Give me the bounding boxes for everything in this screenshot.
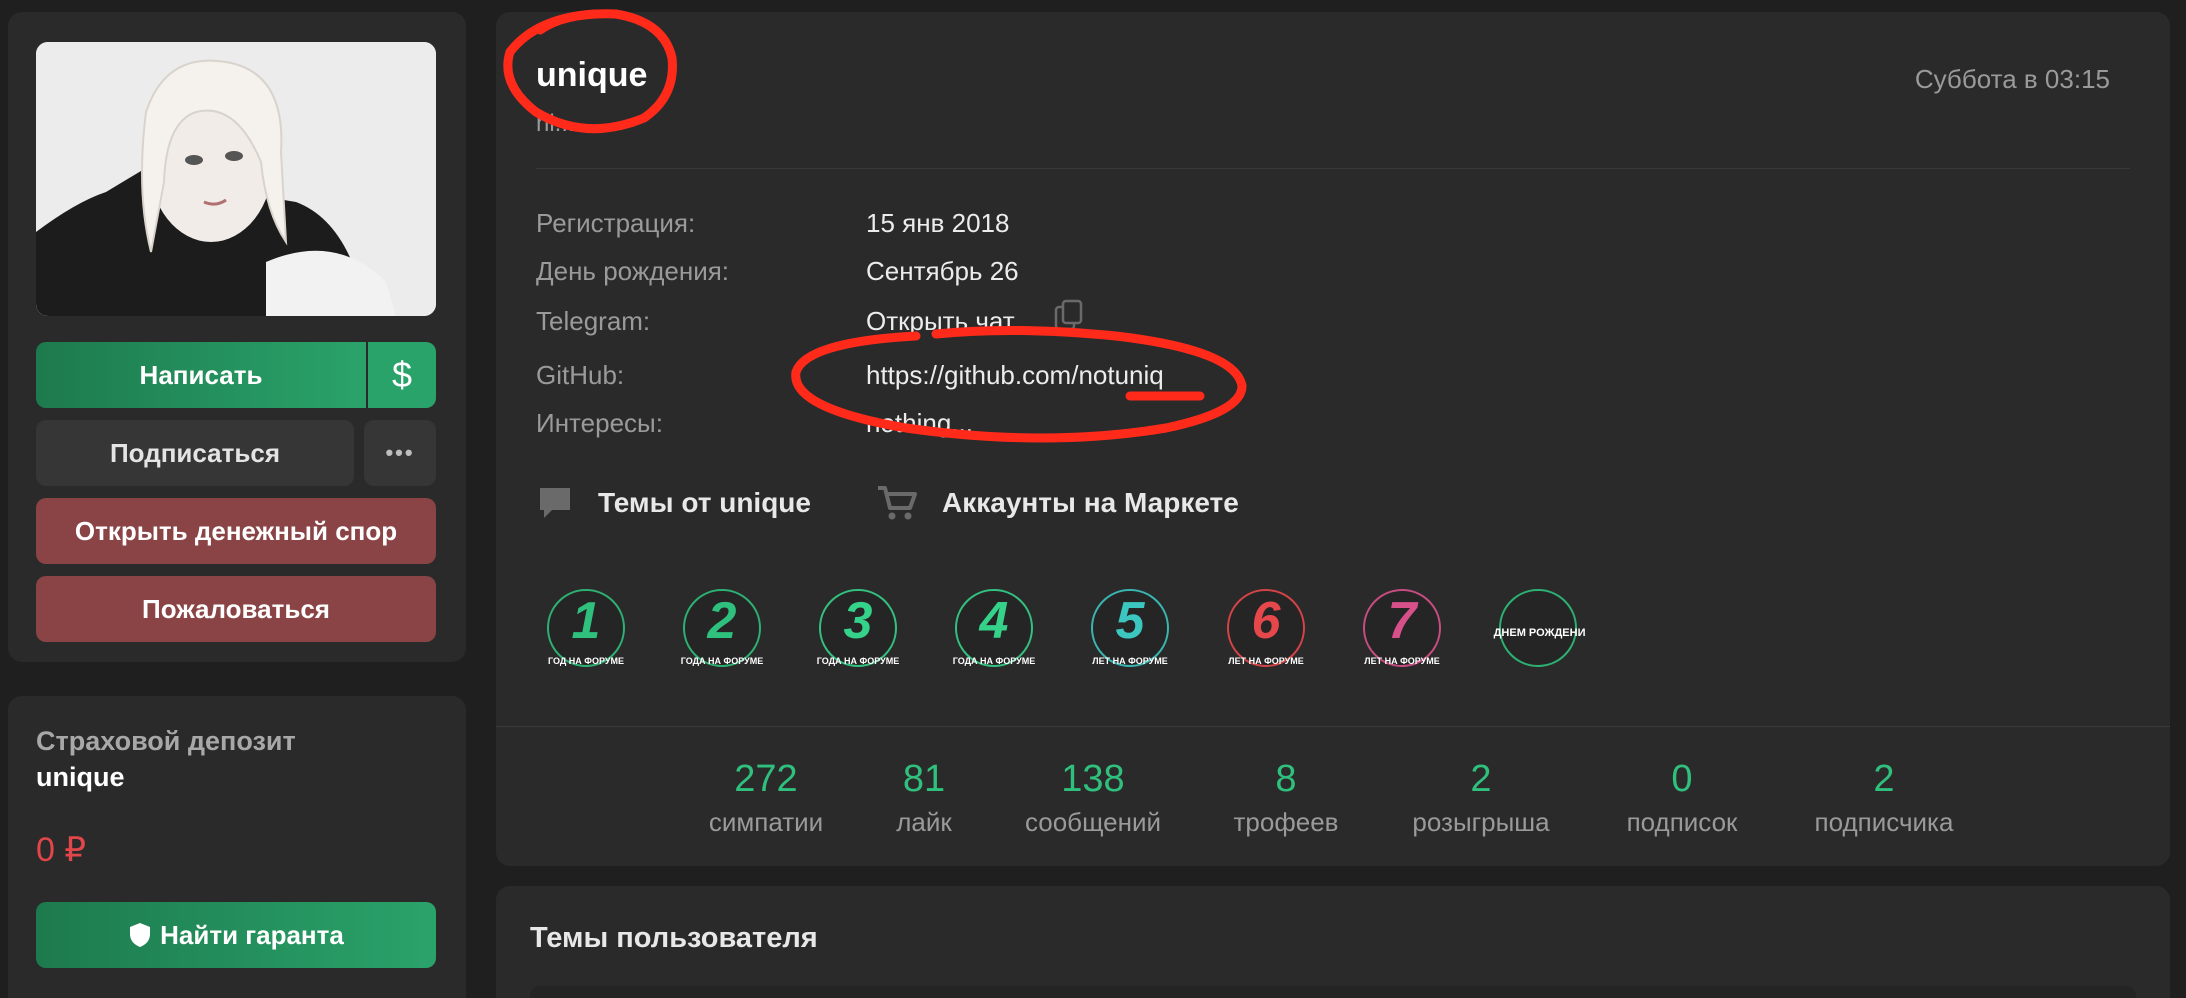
trophy-3-years-icon[interactable]: 3 ГОДА НА ФОРУМЕ xyxy=(810,582,906,678)
subscribe-button[interactable]: Подписаться xyxy=(36,420,354,486)
svg-text:1: 1 xyxy=(572,592,601,650)
telegram-label: Telegram: xyxy=(536,306,651,336)
chat-bubble-icon xyxy=(540,488,570,518)
user-topics-panel: Темы пользователя xyxy=(496,886,2170,998)
svg-text:ЛЕТ НА ФОРУМЕ: ЛЕТ НА ФОРУМЕ xyxy=(1364,656,1439,666)
telegram-open-chat-link[interactable]: Открыть чат xyxy=(866,306,1015,337)
find-guarantor-button[interactable]: Найти гаранта xyxy=(36,902,436,968)
stat-item[interactable]: 2 подписчика xyxy=(1815,758,1954,838)
profile-username: unique xyxy=(536,56,648,94)
more-options-button[interactable]: ••• xyxy=(364,420,436,486)
stat-item[interactable]: 0 подписок xyxy=(1627,758,1738,838)
svg-text:С ДНЕМ РОЖДЕНИЯ: С ДНЕМ РОЖДЕНИЯ xyxy=(1490,627,1586,639)
svg-text:7: 7 xyxy=(1388,592,1419,650)
market-accounts-link[interactable]: Аккаунты на Маркете xyxy=(876,484,1239,522)
stat-label: лайк xyxy=(896,807,952,837)
avatar-photo xyxy=(36,42,436,316)
stat-value: 2 xyxy=(1873,758,1895,800)
svg-text:ЛЕТ НА ФОРУМЕ: ЛЕТ НА ФОРУМЕ xyxy=(1092,656,1167,666)
stat-item[interactable]: 272 симпатии xyxy=(709,758,823,838)
interests-label: Интересы: xyxy=(536,408,663,438)
profile-sidebar: Написать $ Подписаться ••• Открыть денеж… xyxy=(8,12,466,662)
svg-text:6: 6 xyxy=(1252,592,1282,650)
svg-text:5: 5 xyxy=(1116,592,1146,650)
stat-label: трофеев xyxy=(1233,807,1339,837)
user-themes-label: Темы от unique xyxy=(598,487,811,518)
more-dots-icon: ••• xyxy=(385,440,415,465)
copy-icon[interactable] xyxy=(1052,298,1086,332)
deposit-panel: Страховой депозит unique 0 ₽ Найти гаран… xyxy=(8,696,466,998)
shopping-cart-icon xyxy=(878,486,917,520)
report-label: Пожаловаться xyxy=(142,593,330,624)
svg-text:ГОДА НА ФОРУМЕ: ГОДА НА ФОРУМЕ xyxy=(953,656,1035,666)
profile-status: hi... xyxy=(536,110,575,137)
stat-value: 138 xyxy=(1061,758,1125,800)
trophy-2-years-icon[interactable]: 2 ГОДА НА ФОРУМЕ xyxy=(674,582,770,678)
trophy-1-year-icon[interactable]: 1 ГОД НА ФОРУМЕ xyxy=(538,582,634,678)
stat-item[interactable]: 2 розыгрыша xyxy=(1412,758,1549,838)
svg-text:ГОД НА ФОРУМЕ: ГОД НА ФОРУМЕ xyxy=(548,656,624,666)
trophy-6-years-icon[interactable]: 6 ЛЕТ НА ФОРУМЕ xyxy=(1218,582,1314,678)
birthday-cake-icon[interactable]: С ДНЕМ РОЖДЕНИЯ xyxy=(1483,582,1593,678)
trophy-7-years-icon[interactable]: 7 ЛЕТ НА ФОРУМЕ xyxy=(1354,582,1450,678)
user-themes-link[interactable]: Темы от unique xyxy=(536,484,811,522)
send-money-button[interactable]: $ xyxy=(368,342,436,408)
stat-label: подписок xyxy=(1626,807,1738,837)
github-label: GitHub: xyxy=(536,360,625,390)
stat-label: розыгрыша xyxy=(1412,807,1550,837)
shield-icon xyxy=(130,923,151,947)
stat-label: сообщений xyxy=(1024,807,1162,837)
open-dispute-button[interactable]: Открыть денежный спор xyxy=(36,498,436,564)
avatar[interactable] xyxy=(36,42,436,316)
market-accounts-label: Аккаунты на Маркете xyxy=(942,487,1239,518)
svg-text:ЛЕТ НА ФОРУМЕ: ЛЕТ НА ФОРУМЕ xyxy=(1228,656,1303,666)
user-topics-title: Темы пользователя xyxy=(530,922,818,954)
deposit-username: unique xyxy=(36,762,125,792)
stat-value: 272 xyxy=(734,758,798,800)
birthday-label: День рождения: xyxy=(536,256,730,286)
registration-label: Регистрация: xyxy=(536,208,696,238)
registration-value: 15 янв 2018 xyxy=(866,208,1010,238)
find-guarantor-label: Найти гаранта xyxy=(160,919,344,950)
github-link[interactable]: https://github.com/notuniq xyxy=(866,360,1164,391)
stat-value: 2 xyxy=(1470,758,1492,800)
svg-text:2: 2 xyxy=(707,592,737,650)
report-button[interactable]: Пожаловаться xyxy=(36,576,436,642)
last-seen: Суббота в 03:15 xyxy=(1914,64,2110,94)
interests-value: nothing... xyxy=(866,408,973,438)
stat-value: 0 xyxy=(1671,758,1693,800)
write-message-button[interactable]: Написать xyxy=(36,342,366,408)
open-dispute-label: Открыть денежный спор xyxy=(74,515,398,546)
subscribe-label: Подписаться xyxy=(109,437,280,468)
write-message-label: Написать xyxy=(139,359,263,390)
birthday-value: Сентябрь 26 xyxy=(866,256,1019,286)
stat-value: 8 xyxy=(1275,758,1297,800)
stat-item[interactable]: 8 трофеев xyxy=(1234,758,1339,838)
dollar-icon: $ xyxy=(391,354,413,395)
divider xyxy=(536,168,2130,169)
profile-main: unique hi... Суббота в 03:15 Регистрация… xyxy=(496,12,2170,866)
divider xyxy=(496,726,2170,727)
deposit-title: Страховой депозит xyxy=(36,726,296,756)
stat-label: симпатии xyxy=(708,807,824,837)
trophy-5-years-icon[interactable]: 5 ЛЕТ НА ФОРУМЕ xyxy=(1082,582,1178,678)
stat-label: подписчика xyxy=(1814,807,1954,837)
svg-text:3: 3 xyxy=(844,592,873,650)
topics-list xyxy=(530,986,2136,998)
stat-value: 81 xyxy=(902,758,946,800)
svg-text:ГОДА НА ФОРУМЕ: ГОДА НА ФОРУМЕ xyxy=(681,656,763,666)
stat-item[interactable]: 138 сообщений xyxy=(1025,758,1161,838)
stat-item[interactable]: 81 лайк xyxy=(896,758,952,838)
svg-text:4: 4 xyxy=(979,592,1009,650)
svg-text:ГОДА НА ФОРУМЕ: ГОДА НА ФОРУМЕ xyxy=(817,656,899,666)
deposit-amount: 0 ₽ xyxy=(36,831,86,869)
trophy-4-years-icon[interactable]: 4 ГОДА НА ФОРУМЕ xyxy=(946,582,1042,678)
